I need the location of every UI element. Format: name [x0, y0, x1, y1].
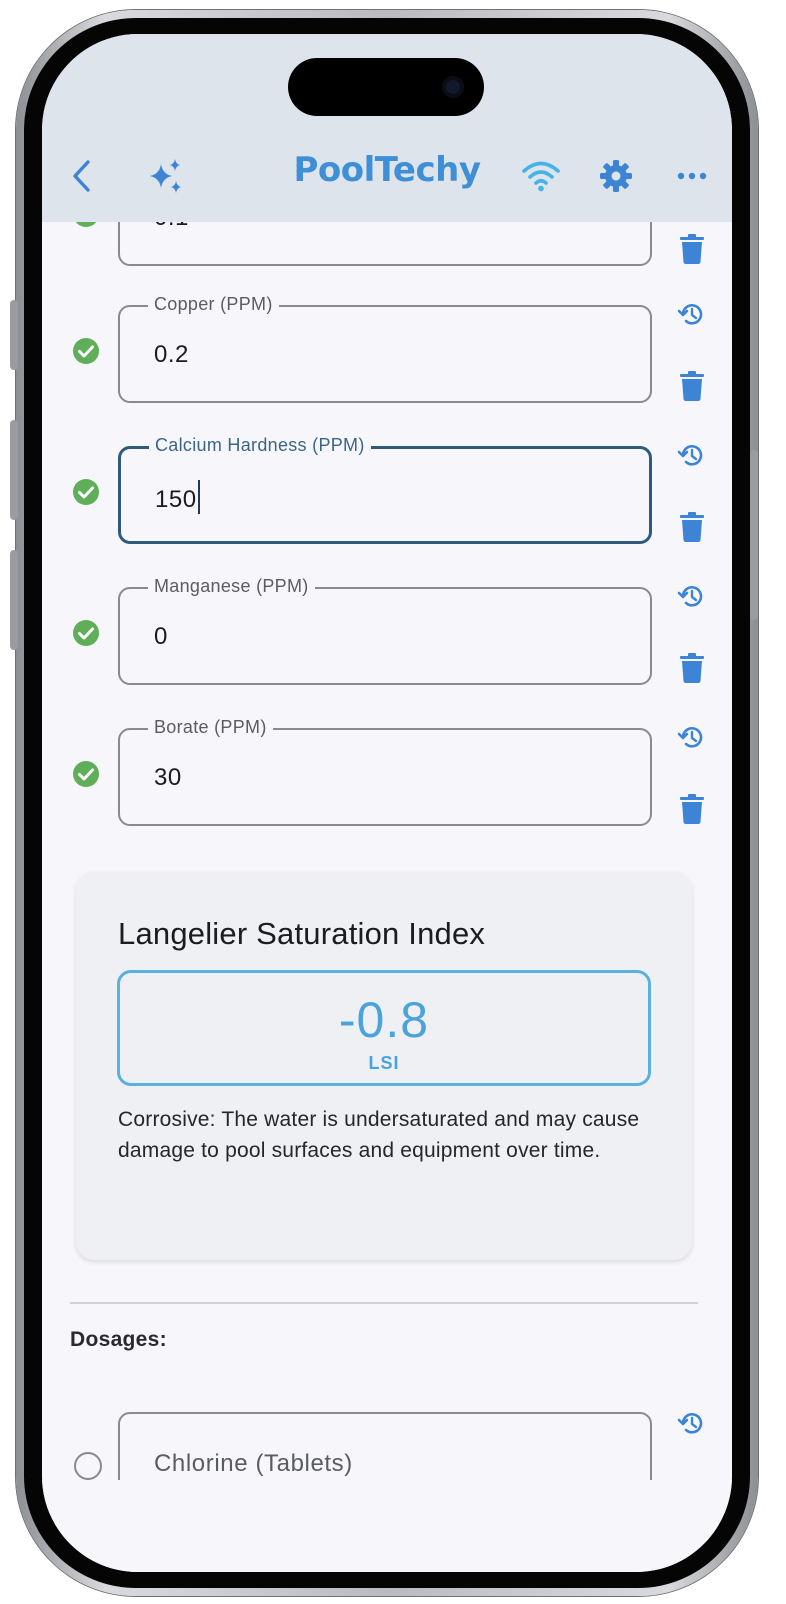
borate-field[interactable]: Borate (PPM) 30	[118, 717, 652, 826]
dosage-label: Chlorine (Tablets)	[154, 1450, 353, 1477]
field-row: Calcium Hardness (PPM) 150	[42, 432, 732, 544]
divider	[70, 1302, 698, 1304]
lsi-title: Langelier Saturation Index	[118, 916, 486, 951]
field-value: 150	[155, 480, 200, 514]
trash-icon[interactable]	[680, 512, 704, 542]
lsi-value: -0.8	[338, 992, 430, 1048]
dynamic-island	[288, 58, 484, 116]
field-row: Manganese (PPM) 0	[42, 573, 732, 685]
check-circle-icon	[73, 620, 99, 646]
lsi-card: Langelier Saturation Index -0.8 LSI Corr…	[76, 872, 692, 1260]
manganese-field[interactable]: Manganese (PPM) 0	[118, 576, 652, 685]
gear-icon	[600, 160, 632, 192]
bottom-safe-area	[42, 1480, 732, 1572]
check-circle-icon	[73, 338, 99, 364]
trash-icon[interactable]	[680, 794, 704, 824]
more-button[interactable]	[672, 156, 712, 196]
field-label: Borate (PPM)	[148, 717, 273, 738]
field-label: Copper (PPM)	[148, 294, 279, 315]
action-button	[10, 300, 18, 370]
app-bar: PoolTechy	[42, 34, 732, 222]
settings-button[interactable]	[596, 156, 636, 196]
field-value: 0	[154, 623, 168, 650]
lsi-unit: LSI	[368, 1053, 400, 1073]
more-horizontal-icon	[677, 172, 707, 180]
check-circle-icon	[73, 761, 99, 787]
history-icon[interactable]	[676, 722, 706, 752]
calcium-hardness-field[interactable]: Calcium Hardness (PPM) 150	[118, 435, 652, 544]
lsi-description: Corrosive: The water is undersaturated a…	[118, 1108, 640, 1162]
lsi-value-box: -0.8 LSI	[117, 970, 651, 1086]
field-value: 0.2	[154, 341, 189, 368]
dosage-radio[interactable]	[74, 1452, 102, 1480]
history-icon[interactable]	[676, 1408, 706, 1438]
field-row: Copper (PPM) 0.2	[42, 291, 732, 403]
field-label: Manganese (PPM)	[148, 576, 315, 597]
field-value: 30	[154, 764, 182, 791]
text-caret	[197, 480, 200, 514]
dosages-heading: Dosages:	[70, 1328, 167, 1351]
history-icon[interactable]	[676, 581, 706, 611]
trash-icon[interactable]	[680, 371, 704, 401]
trash-icon[interactable]	[680, 234, 704, 264]
field-label: Calcium Hardness (PPM)	[149, 435, 371, 456]
copper-field[interactable]: Copper (PPM) 0.2	[118, 294, 652, 403]
history-icon[interactable]	[676, 299, 706, 329]
volume-up-button	[10, 420, 18, 520]
field-value-text: 150	[155, 486, 197, 513]
wifi-icon	[522, 161, 560, 192]
volume-down-button	[10, 550, 18, 650]
check-circle-icon	[73, 479, 99, 505]
app-screen: 0.1 Copper (PPM) 0.2	[42, 34, 732, 1572]
wifi-button[interactable]	[520, 156, 562, 196]
trash-icon[interactable]	[680, 653, 704, 683]
camera-icon	[442, 76, 464, 98]
power-button	[750, 450, 758, 620]
field-row: Borate (PPM) 30	[42, 714, 732, 826]
history-icon[interactable]	[676, 440, 706, 470]
scroll-content[interactable]: 0.1 Copper (PPM) 0.2	[42, 34, 732, 1572]
